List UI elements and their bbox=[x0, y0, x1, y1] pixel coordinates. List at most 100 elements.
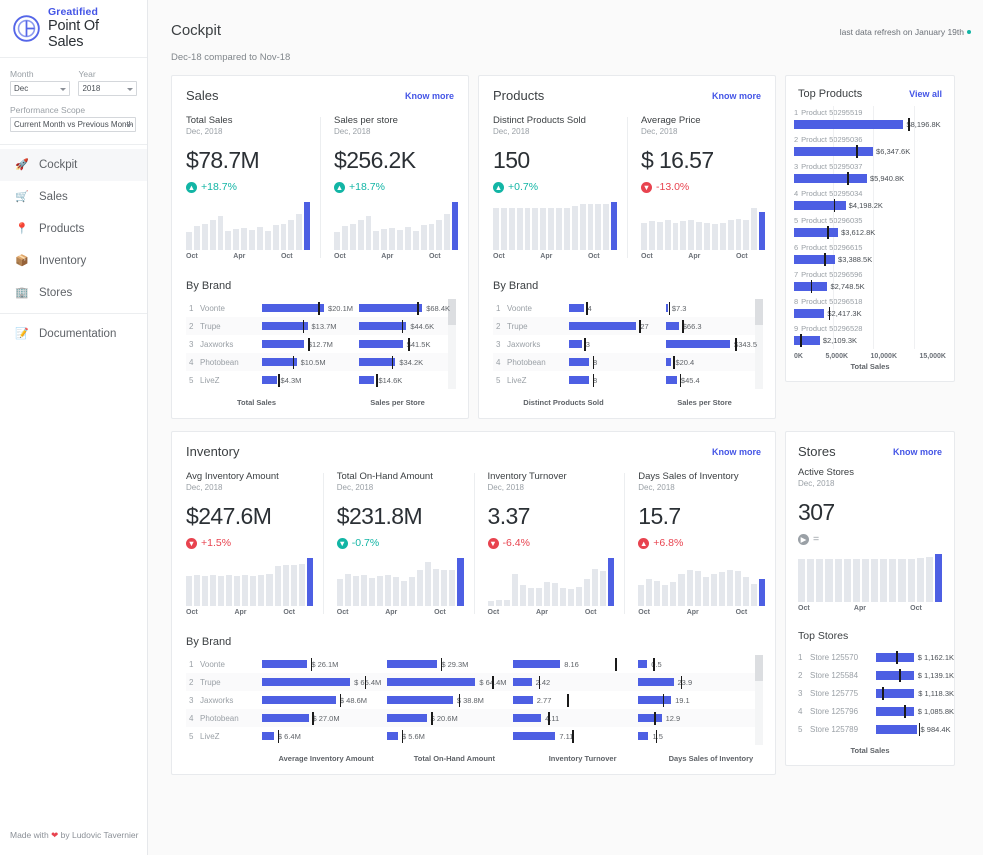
cell-value: $68.4K bbox=[426, 303, 450, 313]
store-name: Store 125775 bbox=[810, 688, 859, 698]
list-item[interactable]: 2 Store 125584 $ 1,139.1K bbox=[786, 666, 954, 684]
app-logo[interactable]: Greatified Point Of Sales bbox=[0, 0, 147, 58]
list-item[interactable]: 7 Product 50296596 $2,748.5K bbox=[794, 268, 946, 295]
product-name: 9 Product 50296528 bbox=[794, 324, 863, 333]
row-rank: 4 bbox=[189, 357, 194, 367]
table-row: 5 LiveZ 8 $45.4 bbox=[493, 371, 763, 389]
top-stores-title: Top Stores bbox=[798, 630, 849, 642]
list-item[interactable]: 3 Product 50295037 $5,940.8K bbox=[794, 160, 946, 187]
footer-author: by Ludovic Tavernier bbox=[60, 830, 139, 840]
kpi-sales-per-store: Sales per store Dec, 2018 $256.2K ▲ +18.… bbox=[320, 113, 468, 266]
list-item[interactable]: 8 Product 50296518 $2,417.3K bbox=[794, 295, 946, 322]
sparkline-active-stores bbox=[798, 554, 942, 602]
bullet-cell: 4 bbox=[569, 299, 660, 317]
list-item[interactable]: 9 Product 50296528 $2,109.3K bbox=[794, 322, 946, 349]
sidebar-item-sales[interactable]: 🛒 Sales bbox=[0, 181, 147, 213]
kpi-value: $247.6M bbox=[186, 503, 272, 529]
kpi-value: 150 bbox=[493, 147, 530, 173]
list-item[interactable]: 4 Product 50295034 $4,198.2K bbox=[794, 187, 946, 214]
row-rank: 1 bbox=[189, 659, 194, 669]
row-brand-name: Jaxworks bbox=[507, 339, 541, 349]
sparkline-turnover bbox=[487, 558, 615, 606]
performance-scope-select[interactable]: Current Month vs Previous Month bbox=[10, 117, 136, 132]
scope-label: Performance Scope bbox=[10, 105, 86, 115]
product-name: 5 Product 50296035 bbox=[794, 216, 863, 225]
row-rank: 5 bbox=[189, 731, 194, 741]
kpi-delta: -6.4% bbox=[502, 537, 530, 549]
cell-value: $66.3 bbox=[682, 321, 702, 331]
kpi-inventory-turnover: Inventory Turnover Dec, 2018 3.37 ▼ -6.4… bbox=[473, 469, 625, 622]
store-value: $ 1,085.8K bbox=[917, 706, 954, 716]
refresh-text: last data refresh on January 19th bbox=[839, 27, 964, 37]
sales-know-more-link[interactable]: Know more bbox=[405, 91, 454, 101]
sales-brand-table: 1 Voonte $20.1M $68.4K 2 Trupe $13.7M $44.6K 3 Ja… bbox=[186, 299, 456, 389]
row-rank: 3 bbox=[189, 695, 194, 705]
inventory-card: Inventory Know more Avg Inventory Amount… bbox=[171, 431, 776, 775]
stores-know-more-link[interactable]: Know more bbox=[893, 447, 942, 457]
status-dot-icon bbox=[967, 30, 971, 34]
inventory-know-more-link[interactable]: Know more bbox=[712, 447, 761, 457]
products-know-more-link[interactable]: Know more bbox=[712, 91, 761, 101]
kpi-label: Active Stores bbox=[798, 467, 854, 478]
top-products-view-all-link[interactable]: View all bbox=[909, 89, 942, 99]
list-item[interactable]: 5 Product 50296035 $3,612.8K bbox=[794, 214, 946, 241]
bullet-cell: 3 bbox=[569, 335, 660, 353]
bullet-cell: 2.77 bbox=[512, 691, 632, 709]
table-row: 2 Trupe $13.7M $44.6K bbox=[186, 317, 456, 335]
sales-kpi-row: Total Sales Dec, 2018 $78.7M ▲ +18.7% Oc… bbox=[172, 113, 468, 266]
list-item[interactable]: 1 Store 125570 $ 1,162.1K bbox=[786, 648, 954, 666]
store-name: Store 125570 bbox=[810, 652, 859, 662]
top-products-axis-label: Total Sales bbox=[850, 362, 890, 371]
bullet-cell: $ 5.6M bbox=[387, 727, 506, 745]
trend-down-icon: ▼ bbox=[336, 537, 348, 549]
row-brand-name: Trupe bbox=[200, 677, 221, 687]
list-item[interactable]: 4 Store 125796 $ 1,085.8K bbox=[786, 702, 954, 720]
sidebar-item-products[interactable]: 📍 Products bbox=[0, 213, 147, 245]
trend-up-icon: ▲ bbox=[638, 537, 650, 549]
kpi-label: Inventory Turnover bbox=[487, 471, 567, 482]
sparkline-axis: Oct Apr Oct bbox=[638, 609, 748, 616]
sales-card: Sales Know more Total Sales Dec, 2018 $7… bbox=[171, 75, 469, 419]
year-select[interactable]: 2018 bbox=[78, 81, 137, 96]
kpi-delta: +6.8% bbox=[653, 537, 684, 549]
kpi-period: Dec, 2018 bbox=[186, 127, 223, 136]
cell-value: 19.1 bbox=[675, 695, 690, 705]
row-brand-name: Voonte bbox=[200, 303, 225, 313]
sidebar-item-cockpit[interactable]: 🚀 Cockpit bbox=[0, 149, 147, 181]
kpi-period: Dec, 2018 bbox=[493, 127, 530, 136]
list-item[interactable]: 1 Product 50295519 $8,196.8K bbox=[794, 106, 946, 133]
bullet-cell: $13.7M bbox=[262, 317, 353, 335]
dashboard-row-bottom: Inventory Know more Avg Inventory Amount… bbox=[148, 419, 983, 775]
list-item[interactable]: 6 Product 50296615 $3,388.5K bbox=[794, 241, 946, 268]
footer-prefix: Made with bbox=[10, 830, 49, 840]
row-rank: 1 bbox=[496, 303, 501, 313]
table-row: 3 Jaxworks $12.7M $41.5K bbox=[186, 335, 456, 353]
product-value: $4,198.2K bbox=[848, 201, 883, 210]
bullet-cell: $ 48.6M bbox=[262, 691, 381, 709]
list-item[interactable]: 5 Store 125789 $ 984.4K bbox=[786, 720, 954, 738]
year-label: Year bbox=[78, 69, 96, 79]
sidebar-item-documentation[interactable]: 📝 Documentation bbox=[0, 318, 147, 350]
sidebar-item-inventory[interactable]: 📦 Inventory bbox=[0, 245, 147, 277]
product-value: $8,196.8K bbox=[906, 120, 941, 129]
bullet-cell: $ 38.8M bbox=[387, 691, 506, 709]
kpi-value: 307 bbox=[798, 499, 835, 525]
sidebar-nav: 🚀 Cockpit 🛒 Sales 📍 Products 📦 Inventory… bbox=[0, 145, 147, 350]
sidebar-item-stores[interactable]: 🏢 Stores bbox=[0, 277, 147, 309]
sidebar: Greatified Point Of Sales Month Dec Year… bbox=[0, 0, 148, 855]
filter-panel: Month Dec Year 2018 Performance Scope Cu… bbox=[0, 58, 147, 145]
top-products-list: 1 Product 50295519 $8,196.8K 2 Product 50295… bbox=[786, 106, 954, 349]
product-value: $5,940.8K bbox=[869, 174, 905, 183]
month-select[interactable]: Dec bbox=[10, 81, 71, 96]
bullet-cell: 7.11 bbox=[512, 727, 632, 745]
sparkline-axis: Oct Apr Oct bbox=[336, 609, 446, 616]
cell-value: 4 bbox=[587, 303, 592, 313]
inventory-kpi-row: Avg Inventory Amount Dec, 2018 $247.6M ▼… bbox=[172, 469, 775, 622]
list-item[interactable]: 3 Store 125775 $ 1,118.3K bbox=[786, 684, 954, 702]
kpi-delta: -13.0% bbox=[656, 181, 690, 193]
list-item[interactable]: 2 Product 50295036 $6,347.6K bbox=[794, 133, 946, 160]
sparkline-axis: Oct Apr Oct bbox=[487, 609, 597, 616]
kpi-delta: +0.7% bbox=[508, 181, 539, 193]
sparkline-axis: Oct Apr Oct bbox=[186, 609, 295, 616]
kpi-delta: +18.7% bbox=[349, 181, 385, 193]
